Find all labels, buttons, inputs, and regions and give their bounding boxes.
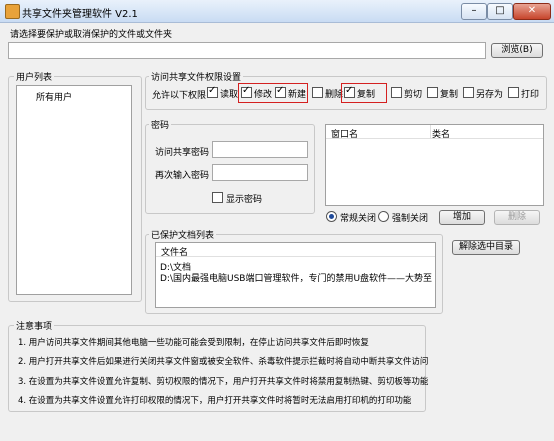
- radio-dot[interactable]: [326, 211, 337, 222]
- note-item: 4. 在设置为共享文件设置允许打印权限的情况下，用户打开共享文件时将暂时无法启用…: [18, 396, 412, 406]
- checkbox-box[interactable]: [344, 85, 355, 98]
- column-header-window-name[interactable]: 窗口名: [331, 127, 358, 140]
- perm-create-checkbox[interactable]: 新建: [275, 85, 306, 101]
- radio-force-close[interactable]: 强制关闭: [378, 211, 428, 224]
- show-password-checkbox[interactable]: 显示密码: [212, 192, 262, 205]
- protected-docs-label: 已保护文档列表: [149, 228, 217, 241]
- confirm-password-label: 再次输入密码: [155, 171, 210, 181]
- remove-selected-button[interactable]: 解除选中目录: [452, 240, 520, 255]
- perm-cut-checkbox[interactable]: 剪切: [391, 87, 422, 101]
- app-icon: [5, 4, 20, 19]
- checkbox-box[interactable]: [508, 87, 519, 98]
- confirm-password-input[interactable]: [212, 164, 308, 181]
- note-item: 3. 在设置为共享文件设置允许复制、剪切权限的情况下，用户打开共享文件时将禁用复…: [18, 377, 429, 387]
- checkbox-box[interactable]: [312, 87, 323, 98]
- permissions-label: 访问共享文件权限设置: [149, 70, 244, 83]
- title-bar: 共享文件夹管理软件 V2.1 – □ ✕: [0, 0, 554, 23]
- checkbox-box[interactable]: [391, 87, 402, 98]
- perm-modify-checkbox[interactable]: 修改: [241, 85, 272, 101]
- password-label: 密码: [149, 118, 172, 131]
- access-password-label: 访问共享密码: [155, 148, 210, 158]
- checkbox-box[interactable]: [463, 87, 474, 98]
- user-list[interactable]: 所有用户: [16, 85, 132, 295]
- note-item: 2. 用户打开共享文件后如果进行关闭共享文件窗或被安全软件、杀毒软件提示拦截时将…: [18, 357, 429, 367]
- checkbox-box[interactable]: [212, 192, 223, 203]
- close-button[interactable]: ✕: [513, 3, 551, 20]
- protected-docs-header: 文件名: [156, 243, 435, 258]
- minimize-button[interactable]: –: [461, 3, 487, 20]
- access-password-input[interactable]: [212, 141, 308, 158]
- notes-label: 注意事项: [14, 319, 55, 332]
- perm-copy-checkbox[interactable]: 复制: [344, 85, 375, 101]
- perm-save-as-checkbox[interactable]: 另存为: [463, 87, 503, 101]
- column-header-file-name[interactable]: 文件名: [161, 245, 188, 258]
- user-list-label: 用户列表: [14, 70, 55, 83]
- window-title: 共享文件夹管理软件 V2.1: [22, 9, 138, 20]
- perm-print-checkbox[interactable]: 打印: [508, 87, 539, 101]
- column-divider: [430, 125, 431, 138]
- protected-docs-list[interactable]: 文件名 D:\文档 D:\国内最强电脑USB端口管理软件，专门的禁用U盘软件——…: [155, 242, 436, 308]
- perm-delete-checkbox[interactable]: 删除: [312, 87, 343, 101]
- protected-doc-row[interactable]: D:\国内最强电脑USB端口管理软件，专门的禁用U盘软件——大势至USB端...: [160, 271, 432, 284]
- user-list-item[interactable]: 所有用户: [36, 90, 72, 103]
- allow-permissions-label: 允许以下权限: [152, 91, 207, 101]
- path-input[interactable]: [8, 42, 486, 59]
- add-button[interactable]: 增加: [439, 210, 485, 225]
- checkbox-box[interactable]: [275, 85, 286, 98]
- perm-copy2-checkbox[interactable]: 复制: [427, 87, 458, 101]
- delete-button[interactable]: 删除: [494, 210, 540, 225]
- radio-normal-close[interactable]: 常规关闭: [326, 211, 376, 224]
- select-prompt: 请选择要保护或取消保护的文件或文件夹: [10, 30, 173, 40]
- window-list[interactable]: 窗口名 类名: [325, 124, 544, 206]
- checkbox-box[interactable]: [241, 85, 252, 98]
- note-item: 1. 用户访问共享文件期间其他电脑一些功能可能会受到限制，在停止访问共享文件后即…: [18, 338, 369, 348]
- checkbox-box[interactable]: [427, 87, 438, 98]
- browse-button[interactable]: 浏览(B): [491, 43, 543, 58]
- checkbox-box[interactable]: [207, 85, 218, 98]
- perm-read-checkbox[interactable]: 读取: [207, 85, 238, 101]
- column-header-class-name[interactable]: 类名: [432, 127, 450, 140]
- radio-dot[interactable]: [378, 211, 389, 222]
- window-list-header: 窗口名 类名: [326, 125, 543, 140]
- maximize-button[interactable]: □: [487, 3, 513, 20]
